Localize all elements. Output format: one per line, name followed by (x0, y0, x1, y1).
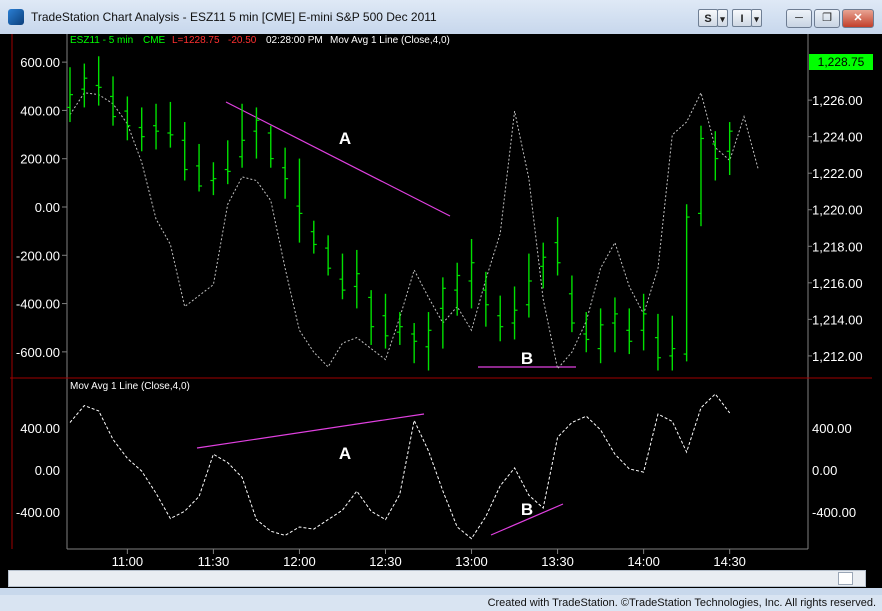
indicator-right-tick-label: 0.00 (812, 463, 837, 478)
left-axis-tick-label: 200.00 (20, 152, 60, 167)
price-bars (67, 56, 733, 371)
indicator-right-tick-label: 400.00 (812, 421, 852, 436)
left-axis-tick-label: 0.00 (35, 200, 60, 215)
left-axis-tick-label: -200.00 (16, 248, 60, 263)
s-dropdown-arrow-icon[interactable]: ▾ (717, 9, 728, 27)
trendline-a-price[interactable] (225, 101, 451, 217)
status-bar: Created with TradeStation. ©TradeStation… (0, 595, 882, 611)
restore-icon: ❐ (822, 12, 832, 24)
tradestation-app-icon (8, 9, 24, 25)
scroll-thumb[interactable] (838, 572, 853, 585)
right-axis-tick-label: 1,222.00 (812, 166, 863, 181)
indicator-left-tick-label: -400.00 (16, 505, 60, 520)
lower-indicator-label: Mov Avg 1 Line (Close,4,0) (70, 381, 190, 392)
time-axis-tick-label: 14:30 (713, 554, 746, 569)
price-chart[interactable]: ESZ11 - 5 min CME L=1228.75 -20.50 02:28… (0, 34, 882, 588)
right-axis-tick-label: 1,226.00 (812, 93, 863, 108)
right-axis-tick-label: 1,214.00 (812, 312, 863, 327)
right-axis-tick-label: 1,218.00 (812, 239, 863, 254)
label-a-price: A (339, 129, 351, 148)
last-price-label: L=1228.75 (172, 35, 220, 46)
time-axis-tick-label: 12:00 (283, 554, 316, 569)
minimize-button[interactable]: ─ (786, 9, 812, 28)
i-dropdown-arrow-icon[interactable]: ▾ (751, 9, 762, 27)
i-toolbar-button[interactable]: I (732, 9, 752, 27)
window-title: TradeStation Chart Analysis - ESZ11 5 mi… (31, 10, 437, 24)
indicator-left-tick-label: 400.00 (20, 421, 60, 436)
title-bar: TradeStation Chart Analysis - ESZ11 5 mi… (0, 0, 882, 35)
symbol-label: ESZ11 - 5 min (70, 35, 133, 46)
trendline-a-indicator[interactable] (196, 413, 425, 449)
indicator-series-line (69, 393, 731, 540)
label-b-price: B (521, 349, 533, 368)
horizontal-scrollbar[interactable] (8, 570, 866, 587)
right-axis-tick-label: 1,216.00 (812, 276, 863, 291)
axis-tick-labels: 600.00 400.00 200.00 0.00 -200.00 -400.00 -600… (16, 55, 863, 569)
copyright-text: Created with TradeStation. ©TradeStation… (487, 597, 876, 609)
right-axis-tick-label: 1,212.00 (812, 349, 863, 364)
upper-indicator-label: Mov Avg 1 Line (Close,4,0) (330, 35, 450, 46)
left-axis-tick-label: 600.00 (20, 55, 60, 70)
left-axis-tick-label: 400.00 (20, 103, 60, 118)
time-axis-tick-label: 12:30 (369, 554, 402, 569)
right-axis-tick-label: 1,224.00 (812, 130, 863, 145)
left-axis-tick-label: -400.00 (16, 297, 60, 312)
minimize-icon: ─ (795, 12, 803, 24)
time-axis-tick-label: 11:30 (198, 554, 230, 569)
indicator-line (69, 393, 731, 540)
last-price-marker-text: 1,228.75 (818, 55, 865, 69)
close-icon: ✕ (853, 12, 863, 24)
net-change-label: -20.50 (228, 35, 257, 46)
right-axis-tick-label: 1,220.00 (812, 203, 863, 218)
time-axis-tick-label: 13:30 (541, 554, 574, 569)
indicator-right-tick-label: -400.00 (812, 505, 856, 520)
label-a-indicator: A (339, 444, 351, 463)
s-toolbar-button[interactable]: S (698, 9, 718, 27)
restore-button[interactable]: ❐ (814, 9, 840, 28)
time-axis-tick-label: 13:00 (455, 554, 488, 569)
indicator-left-tick-label: 0.00 (35, 463, 60, 478)
left-axis-tick-label: -600.00 (16, 345, 60, 360)
time-axis-tick-label: 11:00 (112, 554, 144, 569)
chart-area[interactable]: ESZ11 - 5 min CME L=1228.75 -20.50 02:28… (0, 34, 882, 588)
bar-time-label: 02:28:00 PM (266, 35, 323, 46)
close-button[interactable]: ✕ (842, 9, 874, 28)
label-b-indicator: B (521, 500, 533, 519)
exchange-label: CME (143, 35, 166, 46)
time-axis-tick-label: 14:00 (627, 554, 660, 569)
